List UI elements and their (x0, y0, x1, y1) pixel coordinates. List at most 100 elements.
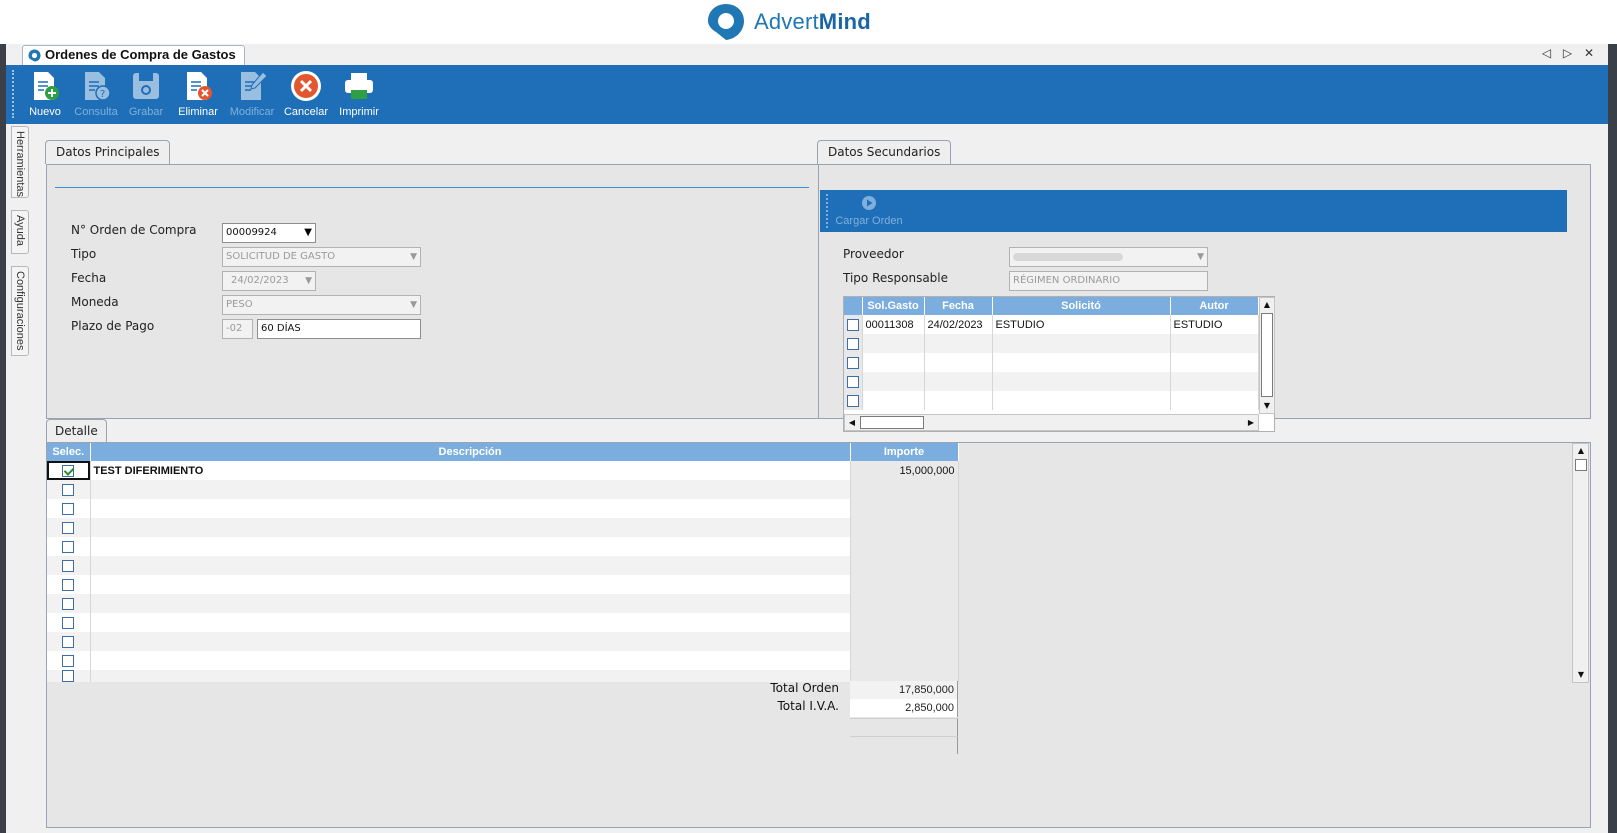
row-checkbox[interactable] (62, 464, 75, 477)
table-row[interactable] (47, 632, 959, 651)
row-checkbox[interactable] (62, 597, 75, 610)
cell-importe[interactable] (850, 499, 959, 518)
cell-descripcion[interactable] (90, 499, 851, 518)
scroll-right-icon[interactable]: ▶ (1244, 416, 1258, 430)
cell-importe[interactable] (850, 575, 959, 594)
table-row[interactable] (47, 556, 959, 575)
scroll-up-icon[interactable]: ▲ (1260, 298, 1274, 312)
side-tab-ayuda[interactable]: Ayuda (11, 210, 29, 254)
scroll-left-icon[interactable]: ◀ (845, 416, 859, 430)
tab-datos-principales[interactable]: Datos Principales (45, 140, 171, 164)
table-row[interactable] (47, 575, 959, 594)
table-row[interactable] (47, 613, 959, 632)
tab-ordenes-compra-gastos[interactable]: Ordenes de Compra de Gastos (22, 45, 245, 65)
scroll-down-icon[interactable]: ▼ (1574, 668, 1588, 682)
cell-descripcion[interactable] (90, 651, 851, 670)
row-checkbox[interactable] (62, 654, 75, 667)
cell-descripcion[interactable] (90, 632, 851, 651)
scroll-down-icon[interactable]: ▼ (1260, 399, 1274, 413)
tab-navigation[interactable]: ◁ ▷ ✕ (1542, 46, 1598, 60)
header-importe[interactable]: Importe (850, 443, 959, 461)
tab-detalle[interactable]: Detalle (46, 419, 107, 442)
toolbar-grip[interactable] (12, 70, 14, 118)
cell-importe[interactable]: 15,000,000 (850, 461, 959, 480)
scroll-thumb[interactable] (860, 416, 924, 429)
row-checkbox[interactable] (62, 521, 75, 534)
cell-descripcion[interactable] (90, 480, 851, 499)
table-row[interactable] (47, 499, 959, 518)
cell-descripcion[interactable] (90, 613, 851, 632)
row-checkbox[interactable] (62, 559, 75, 572)
fecha-picker[interactable]: 24/02/2023 ▼ (222, 271, 316, 291)
cell-importe[interactable] (850, 632, 959, 651)
table-row[interactable] (844, 391, 1259, 410)
consulta-button[interactable]: ? Consulta (69, 69, 123, 121)
moneda-select[interactable]: PESO ▼ (222, 295, 421, 315)
table-row[interactable] (47, 651, 959, 670)
imprimir-button[interactable]: Imprimir (332, 69, 386, 121)
table-row[interactable] (47, 480, 959, 499)
scroll-up-icon[interactable]: ▲ (1574, 444, 1588, 458)
proveedor-select[interactable]: ▼ (1009, 247, 1208, 267)
cell-importe[interactable] (850, 594, 959, 613)
row-checkbox[interactable] (62, 635, 75, 648)
grid-header-autor[interactable]: Autor (1170, 297, 1259, 315)
cell-descripcion[interactable] (90, 518, 851, 537)
table-row[interactable] (844, 334, 1259, 353)
cell-descripcion[interactable] (90, 537, 851, 556)
cell-descripcion[interactable] (90, 556, 851, 575)
row-checkbox[interactable] (847, 356, 859, 369)
table-row[interactable]: TEST DIFERIMIENTO 15,000,000 (47, 461, 959, 480)
table-row[interactable] (47, 594, 959, 613)
modificar-button[interactable]: Modificar (225, 69, 279, 121)
eliminar-button[interactable]: Eliminar (171, 69, 225, 121)
tipo-select[interactable]: SOLICITUD DE GASTO ▼ (222, 247, 421, 267)
cargar-orden-button[interactable]: Cargar Orden (834, 195, 904, 227)
plazo-desc-field[interactable]: 60 DÍAS (257, 319, 421, 339)
orden-select[interactable]: 00009924 ▼ (222, 223, 316, 243)
cancelar-button[interactable]: Cancelar (279, 69, 333, 121)
grid-vertical-scrollbar[interactable]: ▲ ▼ (1259, 297, 1275, 414)
table-row[interactable]: 00011308 24/02/2023 ESTUDIO ESTUDIO (844, 315, 1259, 334)
plazo-code-field[interactable]: -02 (222, 319, 253, 339)
row-checkbox[interactable] (62, 578, 75, 591)
side-tab-herramientas[interactable]: Herramientas (11, 126, 29, 198)
cell-importe[interactable] (850, 537, 959, 556)
row-checkbox[interactable] (847, 318, 859, 331)
cell-importe[interactable] (850, 556, 959, 575)
cell-descripcion[interactable] (90, 594, 851, 613)
row-checkbox[interactable] (62, 502, 75, 515)
nuevo-button[interactable]: Nuevo (18, 69, 72, 121)
header-descripcion[interactable]: Descripción (90, 443, 851, 461)
row-checkbox[interactable] (847, 337, 859, 350)
table-row[interactable] (844, 353, 1259, 372)
table-row[interactable] (844, 372, 1259, 391)
table-row[interactable] (47, 518, 959, 537)
scroll-thumb[interactable] (1261, 313, 1273, 397)
tab-datos-secundarios[interactable]: Datos Secundarios (817, 140, 952, 164)
grid-horizontal-scrollbar[interactable]: ◀ ▶ (844, 414, 1259, 431)
cell-importe[interactable] (850, 518, 959, 537)
table-row[interactable] (47, 537, 959, 556)
grid-header-sol-gasto[interactable]: Sol.Gasto (862, 297, 925, 315)
grabar-button[interactable]: Grabar (119, 69, 173, 121)
grid-header-fecha[interactable]: Fecha (924, 297, 993, 315)
row-checkbox[interactable] (62, 670, 75, 683)
side-tab-configuraciones[interactable]: Configuraciones (11, 266, 29, 356)
row-checkbox[interactable] (847, 375, 859, 388)
toolbar-grip[interactable] (826, 194, 828, 228)
row-checkbox[interactable] (847, 394, 859, 407)
cell-descripcion[interactable] (90, 575, 851, 594)
cell-importe[interactable] (850, 480, 959, 499)
cell-descripcion[interactable]: TEST DIFERIMIENTO (90, 461, 851, 480)
tipo-responsable-field[interactable]: RÉGIMEN ORDINARIO (1009, 271, 1208, 291)
grid-header-solicito[interactable]: Solicitó (992, 297, 1171, 315)
cell-importe[interactable] (850, 613, 959, 632)
scroll-thumb[interactable] (1575, 459, 1587, 471)
row-checkbox[interactable] (62, 616, 75, 629)
header-selec[interactable]: Selec. (47, 443, 91, 461)
cell-importe[interactable] (850, 651, 959, 670)
row-checkbox[interactable] (62, 540, 75, 553)
detalle-vertical-scrollbar[interactable]: ▲ ▼ (1572, 443, 1589, 683)
row-checkbox[interactable] (62, 483, 75, 496)
